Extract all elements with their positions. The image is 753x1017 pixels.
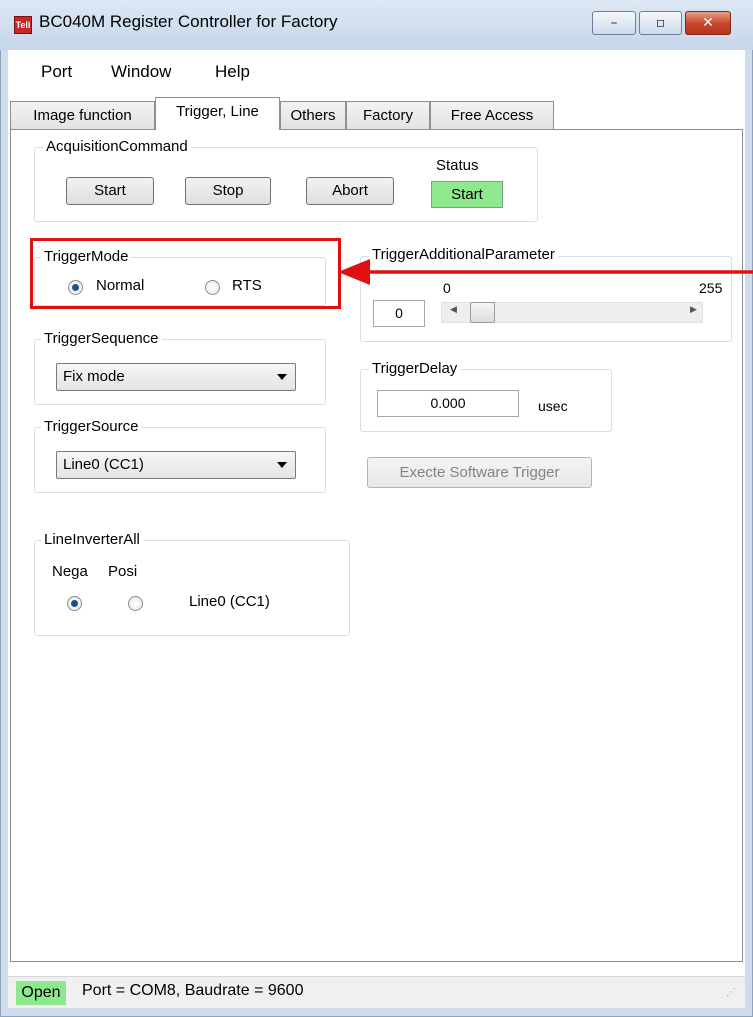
trigger-source-label: TriggerSource <box>41 418 142 435</box>
scroll-left-icon[interactable]: ◀ <box>450 305 457 315</box>
trigger-additional-input[interactable]: 0 <box>373 300 425 327</box>
trigger-delay-input[interactable]: 0.000 <box>377 390 519 417</box>
nega-label: Nega <box>52 563 88 580</box>
close-icon: ✕ <box>702 15 714 31</box>
app-logo-icon: Teli <box>14 16 32 34</box>
chevron-down-icon <box>277 374 287 380</box>
close-button[interactable]: ✕ <box>685 11 731 35</box>
tab-factory[interactable]: Factory <box>346 101 430 129</box>
tab-others[interactable]: Others <box>280 101 346 129</box>
posi-label: Posi <box>108 563 138 580</box>
title-bar[interactable]: Teli BC040M Register Controller for Fact… <box>0 0 753 50</box>
connection-state-badge: Open <box>16 981 66 1005</box>
trigger-delay-label: TriggerDelay <box>369 360 461 377</box>
window-title: BC040M Register Controller for Factory <box>39 12 338 31</box>
line-inverter-label: LineInverterAll <box>41 531 143 548</box>
trigger-source-select[interactable]: Line0 (CC1) <box>56 451 296 479</box>
minimize-button[interactable]: – <box>592 11 636 35</box>
line0-posi-radio[interactable] <box>128 596 143 611</box>
chevron-down-icon <box>277 462 287 468</box>
scroll-thumb[interactable] <box>470 302 495 323</box>
maximize-icon: ▫ <box>655 15 666 31</box>
tab-image-function[interactable]: Image function <box>10 101 155 129</box>
highlight-arrow <box>338 259 753 285</box>
resize-grip-icon[interactable]: ⋰ <box>726 987 736 998</box>
stop-button[interactable]: Stop <box>185 177 271 205</box>
highlight-box <box>30 238 341 309</box>
menu-bar: Port Window Help <box>8 50 745 94</box>
tab-trigger-line[interactable]: Trigger, Line <box>155 97 280 130</box>
minimize-icon: – <box>610 15 618 31</box>
status-label: Status <box>436 157 479 174</box>
status-indicator: Start <box>431 181 503 208</box>
app-logo-text: Teli <box>15 20 31 30</box>
start-button[interactable]: Start <box>66 177 154 205</box>
trigger-sequence-label: TriggerSequence <box>41 330 162 347</box>
abort-button[interactable]: Abort <box>306 177 394 205</box>
trigger-sequence-select[interactable]: Fix mode <box>56 363 296 391</box>
trigger-source-value: Line0 (CC1) <box>63 456 144 473</box>
line0-nega-radio[interactable] <box>67 596 82 611</box>
trigger-delay-unit: usec <box>538 398 568 414</box>
line0-label: Line0 (CC1) <box>189 593 270 610</box>
maximize-button[interactable]: ▫ <box>639 11 682 35</box>
execute-software-trigger-button[interactable]: Execte Software Trigger <box>367 457 592 488</box>
acquisition-label: AcquisitionCommand <box>43 138 191 155</box>
scroll-right-icon[interactable]: ▶ <box>690 305 697 315</box>
status-bar: Open Port = COM8, Baudrate = 9600 ⋰ <box>8 976 745 1008</box>
menu-port[interactable]: Port <box>41 62 72 82</box>
line-inverter-group <box>34 540 350 636</box>
menu-window[interactable]: Window <box>111 62 171 82</box>
port-info-text: Port = COM8, Baudrate = 9600 <box>82 982 304 999</box>
menu-help[interactable]: Help <box>215 62 250 82</box>
tab-free-access[interactable]: Free Access <box>430 101 554 129</box>
trigger-sequence-value: Fix mode <box>63 368 125 385</box>
